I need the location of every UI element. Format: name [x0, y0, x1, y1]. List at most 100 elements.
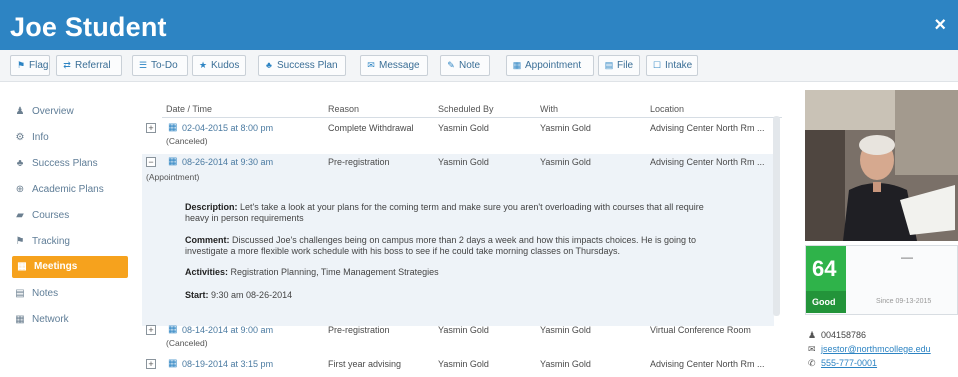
meeting-description-cont: heavy in person requirements	[185, 213, 304, 223]
referral-icon: ⇄	[63, 60, 71, 70]
row-status: (Appointment)	[146, 172, 200, 182]
meeting-comment: Comment: Discussed Joe's challenges bein…	[185, 235, 696, 245]
appointment-button[interactable]: ▦ Appointment	[506, 55, 594, 76]
row-datetime[interactable]: 08-14-2014 at 9:00 am	[182, 325, 273, 335]
referral-button[interactable]: ⇄ Referral	[56, 55, 122, 76]
expand-toggle-icon[interactable]: +	[146, 123, 156, 133]
meeting-comment-cont: investigate a more flexible work schedul…	[185, 246, 621, 256]
phone-icon: ✆	[808, 358, 816, 368]
meeting-description: Description: Let's take a look at your p…	[185, 202, 704, 212]
calendar-icon: ▦	[168, 358, 178, 369]
student-email-link[interactable]: jsestor@northmcollege.edu	[821, 344, 931, 354]
appointment-icon: ▦	[512, 60, 522, 70]
row-datetime[interactable]: 02-04-2015 at 8:00 pm	[182, 123, 273, 133]
score-label: Good	[806, 291, 846, 313]
row-location: Virtual Conference Room	[650, 325, 751, 335]
sidebar-item-meetings[interactable]: ▦ Meetings	[12, 256, 128, 278]
column-header-scheduled-by[interactable]: Scheduled By	[438, 104, 494, 114]
calendar-icon: ▦	[168, 122, 178, 133]
email-line[interactable]: ✉ jsestor@northmcollege.edu	[808, 344, 931, 355]
score-trend: —	[901, 250, 913, 264]
row-reason: First year advising	[328, 359, 402, 369]
success-plan-icon: ♣	[266, 60, 272, 70]
note-button[interactable]: ✎ Note	[440, 55, 490, 76]
sidebar-item-overview[interactable]: ♟ Overview	[14, 102, 124, 122]
row-location: Advising Center North Rm ...	[650, 359, 765, 369]
success-plan-button[interactable]: ♣ Success Plan	[258, 55, 346, 76]
network-icon: ▦	[15, 314, 25, 325]
note-icon: ✎	[447, 60, 455, 70]
expand-toggle-icon[interactable]: +	[146, 325, 156, 335]
row-status: (Canceled)	[166, 136, 208, 146]
row-reason: Pre-registration	[328, 157, 390, 167]
calendar-icon: ▦	[17, 261, 27, 272]
student-photo	[805, 90, 958, 241]
student-photo-image	[805, 90, 958, 241]
meeting-start: Start: 9:30 am 08-26-2014	[185, 290, 293, 300]
phone-line[interactable]: ✆ 555-777-0001	[808, 358, 877, 369]
column-header-reason[interactable]: Reason	[328, 104, 359, 114]
row-location: Advising Center North Rm ...	[650, 157, 765, 167]
envelope-icon: ✉	[808, 344, 816, 354]
expand-toggle-icon[interactable]: +	[146, 359, 156, 369]
row-scheduled-by: Yasmin Gold	[438, 157, 489, 167]
collapse-toggle-icon[interactable]: −	[146, 157, 156, 167]
student-name-title: Joe Student	[10, 12, 167, 42]
score-value: 64	[806, 246, 846, 291]
sidebar-item-tracking[interactable]: ⚑ Tracking	[14, 232, 124, 252]
row-scheduled-by: Yasmin Gold	[438, 359, 489, 369]
courses-icon: ▰	[16, 210, 24, 221]
academic-icon: ⊕	[15, 184, 25, 195]
calendar-icon: ▦	[168, 324, 178, 335]
row-with: Yasmin Gold	[540, 157, 591, 167]
info-icon: ⚙	[15, 132, 25, 143]
flag-icon: ⚑	[16, 60, 26, 70]
row-status: (Canceled)	[166, 338, 208, 348]
row-location: Advising Center North Rm ...	[650, 123, 765, 133]
message-icon: ✉	[367, 60, 375, 70]
row-with: Yasmin Gold	[540, 325, 591, 335]
notes-icon: ▤	[15, 288, 25, 299]
user-icon: ♟	[15, 106, 25, 117]
user-icon: ♟	[808, 330, 817, 340]
student-phone-link[interactable]: 555-777-0001	[821, 358, 877, 368]
kudos-button[interactable]: ★ Kudos	[192, 55, 246, 76]
row-scheduled-by: Yasmin Gold	[438, 325, 489, 335]
column-header-datetime[interactable]: Date / Time	[166, 104, 212, 114]
sidebar-item-info[interactable]: ⚙ Info	[14, 128, 124, 148]
column-header-location[interactable]: Location	[650, 104, 684, 114]
row-scheduled-by: Yasmin Gold	[438, 123, 489, 133]
sidebar-item-success-plans[interactable]: ♣ Success Plans	[14, 154, 124, 174]
todo-button[interactable]: ☰ To-Do	[132, 55, 188, 76]
message-button[interactable]: ✉ Message	[360, 55, 428, 76]
todo-icon: ☰	[138, 60, 148, 70]
app-header: Joe Student ×	[0, 0, 958, 50]
row-datetime[interactable]: 08-26-2014 at 9:30 am	[182, 157, 273, 167]
close-icon[interactable]: ×	[934, 14, 946, 37]
intake-button[interactable]: ☐ Intake	[646, 55, 698, 76]
plans-icon: ♣	[16, 158, 24, 169]
calendar-icon: ▦	[168, 156, 178, 167]
sidebar-item-courses[interactable]: ▰ Courses	[14, 206, 124, 226]
intake-icon: ☐	[652, 60, 662, 70]
success-score-card: 64 Good — Since 09-13-2015	[805, 245, 958, 315]
star-icon: ★	[198, 60, 208, 70]
row-datetime[interactable]: 08-19-2014 at 3:15 pm	[182, 359, 273, 369]
sidebar-item-notes[interactable]: ▤ Notes	[14, 284, 124, 304]
sidebar-item-academic-plans[interactable]: ⊕ Academic Plans	[14, 180, 124, 200]
row-reason: Pre-registration	[328, 325, 390, 335]
column-header-with[interactable]: With	[540, 104, 558, 114]
row-with: Yasmin Gold	[540, 123, 591, 133]
row-reason: Complete Withdrawal	[328, 123, 414, 133]
score-date: Since 09-13-2015	[876, 298, 932, 305]
meeting-activities: Activities: Registration Planning, Time …	[185, 267, 439, 277]
flag-button[interactable]: ⚑ Flag	[10, 55, 50, 76]
table-scrollbar[interactable]	[773, 116, 780, 316]
student-id: 004158786	[821, 330, 867, 340]
student-id-line: ♟ 004158786	[808, 330, 866, 341]
sidebar-item-network[interactable]: ▦ Network	[14, 310, 124, 330]
file-button[interactable]: ▤ File	[598, 55, 640, 76]
file-icon: ▤	[604, 60, 614, 70]
meetings-table: Date / Time Reason Scheduled By With Loc…	[142, 100, 782, 377]
row-with: Yasmin Gold	[540, 359, 591, 369]
